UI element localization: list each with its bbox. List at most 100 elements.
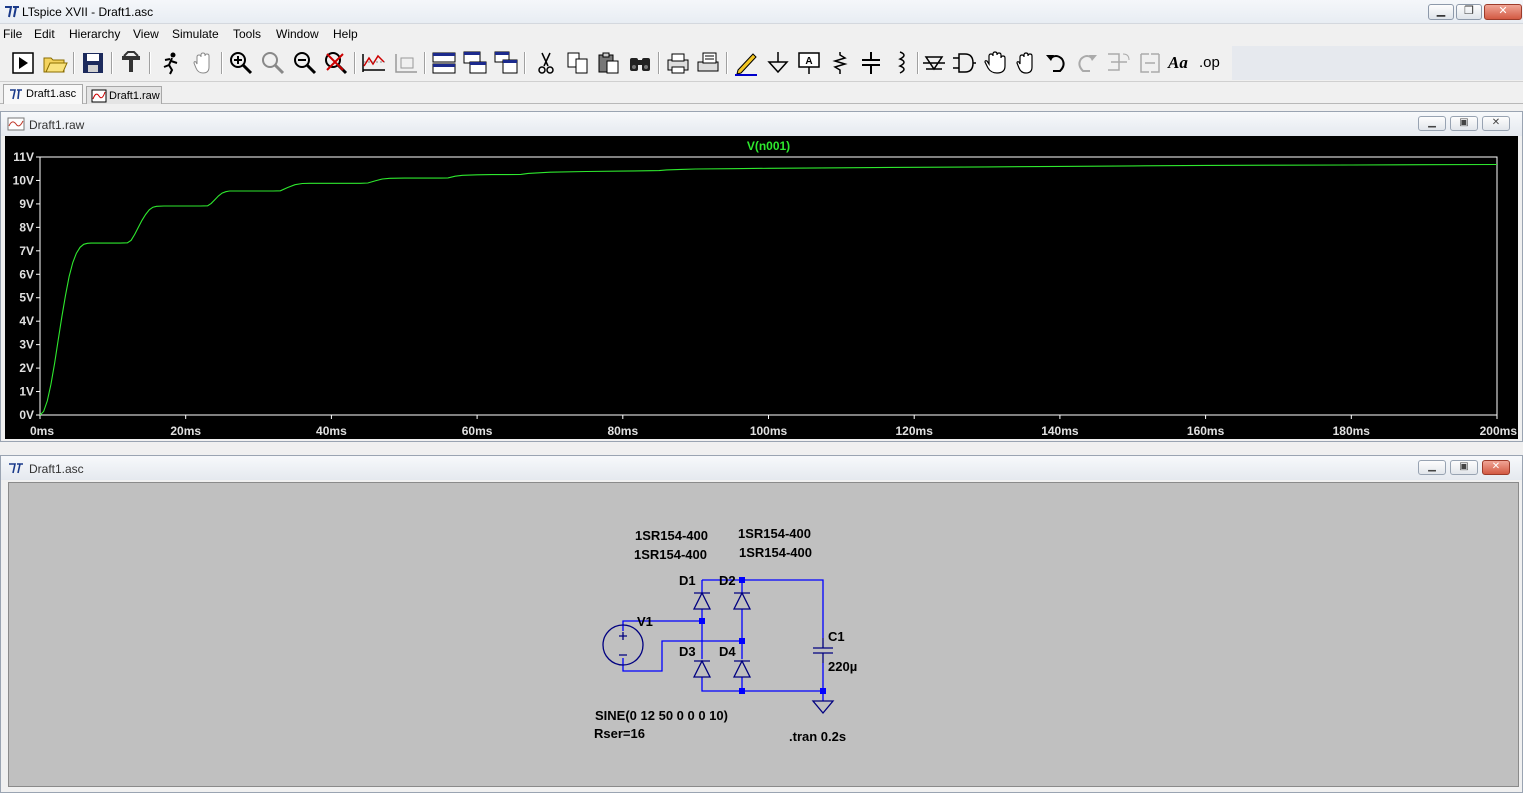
print-setup-icon[interactable] — [695, 50, 721, 76]
y-tick-label: 3V — [19, 338, 34, 352]
resistor-icon[interactable] — [827, 50, 853, 76]
find-icon[interactable] — [627, 50, 653, 76]
d1-model-label: 1SR154-400 — [635, 528, 708, 543]
junction-dot — [820, 688, 826, 694]
tab-draft1-raw[interactable]: Draft1.raw — [86, 86, 162, 104]
menu-view[interactable]: View — [133, 27, 159, 41]
text-icon[interactable]: Aa — [1168, 50, 1194, 76]
y-tick-label: 6V — [19, 267, 34, 281]
wires — [622, 579, 824, 701]
menu-hierarchy[interactable]: Hierarchy — [69, 27, 120, 41]
close-button[interactable]: ✕ — [1482, 116, 1510, 131]
halt-icon[interactable] — [158, 50, 184, 76]
v1-label: V1 — [637, 614, 653, 629]
print-icon[interactable] — [665, 50, 691, 76]
pan-hand-icon[interactable] — [190, 50, 216, 76]
zoom-full-icon[interactable] — [260, 50, 286, 76]
d4-model-label: 1SR154-400 — [739, 545, 812, 560]
waveform-window-title-bar: Draft1.raw ▁ ▣ ✕ — [1, 112, 1522, 136]
zoom-cancel-icon[interactable] — [323, 50, 349, 76]
junction-dot — [699, 618, 705, 624]
menu-simulate[interactable]: Simulate — [172, 27, 219, 41]
x-tick-label: 200ms — [1480, 424, 1518, 438]
c1-value-label: 220µ — [828, 659, 858, 674]
tile-horizontal-icon[interactable] — [431, 50, 457, 76]
y-tick-label: 7V — [19, 244, 34, 258]
x-tick-label: 0ms — [30, 424, 54, 438]
mirror-icon[interactable] — [1137, 50, 1163, 76]
x-tick-label: 160ms — [1187, 424, 1225, 438]
c1-label: C1 — [828, 629, 845, 644]
move-icon[interactable] — [982, 50, 1008, 76]
tab-draft1-asc[interactable]: Draft1.asc — [3, 84, 83, 104]
schematic-window: Draft1.asc ▁ ▣ ✕ 1SR154-400 1SR154-400 1… — [0, 455, 1523, 793]
document-tabs: Draft1.asc Draft1.raw — [0, 82, 1523, 104]
menu-help[interactable]: Help — [333, 27, 358, 41]
waveform-icon — [91, 89, 107, 103]
ground-icon[interactable] — [765, 50, 791, 76]
diode-icon[interactable] — [921, 50, 947, 76]
spice-directive-icon[interactable]: .op — [1199, 50, 1225, 76]
junction-dots — [699, 577, 826, 694]
zoom-out-icon[interactable] — [292, 50, 318, 76]
close-button[interactable]: ✕ — [1482, 460, 1510, 475]
open-icon[interactable] — [42, 50, 68, 76]
plot-settings-icon[interactable] — [393, 50, 419, 76]
capacitor-icon[interactable] — [858, 50, 884, 76]
copy-icon[interactable] — [565, 50, 591, 76]
menu-tools[interactable]: Tools — [233, 27, 261, 41]
cut-icon[interactable] — [533, 50, 559, 76]
waveform-plot-area[interactable]: 0V 1V 2V 3V 4V 5V 6V 7V 8V 9V 10V 11V 0ms 20ms 40ms 60m… — [5, 136, 1518, 439]
tile-vertical-icon[interactable] — [493, 50, 519, 76]
autorange-icon[interactable] — [361, 50, 387, 76]
x-tick-label: 80ms — [607, 424, 638, 438]
schematic-window-title: Draft1.asc — [29, 462, 84, 476]
diode-d1-symbol — [692, 591, 712, 610]
y-tick-label: 4V — [19, 314, 34, 328]
tran-directive-label: .tran 0.2s — [789, 729, 847, 744]
minimize-button[interactable]: ▁ — [1428, 4, 1454, 20]
schematic-icon — [9, 463, 23, 474]
label-net-icon[interactable]: A — [796, 50, 822, 76]
paste-icon[interactable] — [596, 50, 622, 76]
rotate-icon[interactable] — [1105, 50, 1131, 76]
close-button[interactable]: ✕ — [1484, 4, 1522, 20]
undo-icon[interactable] — [1043, 50, 1069, 76]
menu-file[interactable]: File — [3, 27, 22, 41]
component-icon[interactable] — [951, 50, 977, 76]
save-icon[interactable] — [80, 50, 106, 76]
y-tick-label: 1V — [19, 385, 34, 399]
svg-text:A: A — [805, 56, 812, 67]
schematic-canvas[interactable]: 1SR154-400 1SR154-400 1SR154-400 1SR154-… — [8, 482, 1519, 787]
restore-button[interactable]: ▣ — [1450, 460, 1478, 475]
d4-label: D4 — [719, 644, 736, 659]
zoom-in-icon[interactable] — [228, 50, 254, 76]
restore-button[interactable]: ❐ — [1456, 4, 1482, 20]
run-icon[interactable] — [10, 50, 36, 76]
d2-model-label: 1SR154-400 — [738, 526, 811, 541]
draw-wire-icon[interactable] — [733, 50, 759, 76]
source-value-label: SINE(0 12 50 0 0 0 10) — [595, 708, 728, 723]
inductor-icon[interactable] — [889, 50, 915, 76]
redo-icon[interactable] — [1074, 50, 1100, 76]
control-panel-icon[interactable] — [118, 50, 144, 76]
trace-v-n001 — [39, 163, 1498, 416]
junction-dot — [739, 638, 745, 644]
d1-label: D1 — [679, 573, 696, 588]
cascade-icon[interactable] — [462, 50, 488, 76]
minimize-button[interactable]: ▁ — [1418, 460, 1446, 475]
drag-icon[interactable] — [1013, 50, 1039, 76]
restore-button[interactable]: ▣ — [1450, 116, 1478, 131]
main-title-bar: LTspice XVII - Draft1.asc ▁ ❐ ✕ — [0, 0, 1523, 24]
waveform-icon — [7, 117, 25, 131]
menu-window[interactable]: Window — [276, 27, 319, 41]
diode-d4-symbol — [732, 659, 752, 678]
tab-label: Draft1.raw — [109, 90, 160, 102]
menu-edit[interactable]: Edit — [34, 27, 55, 41]
minimize-button[interactable]: ▁ — [1418, 116, 1446, 131]
y-tick-label: 2V — [19, 361, 34, 375]
tab-label: Draft1.asc — [26, 88, 77, 100]
toolbar: A Aa .op — [0, 44, 1523, 82]
trace-label: V(n001) — [747, 139, 790, 153]
plot-frame — [39, 156, 1498, 416]
